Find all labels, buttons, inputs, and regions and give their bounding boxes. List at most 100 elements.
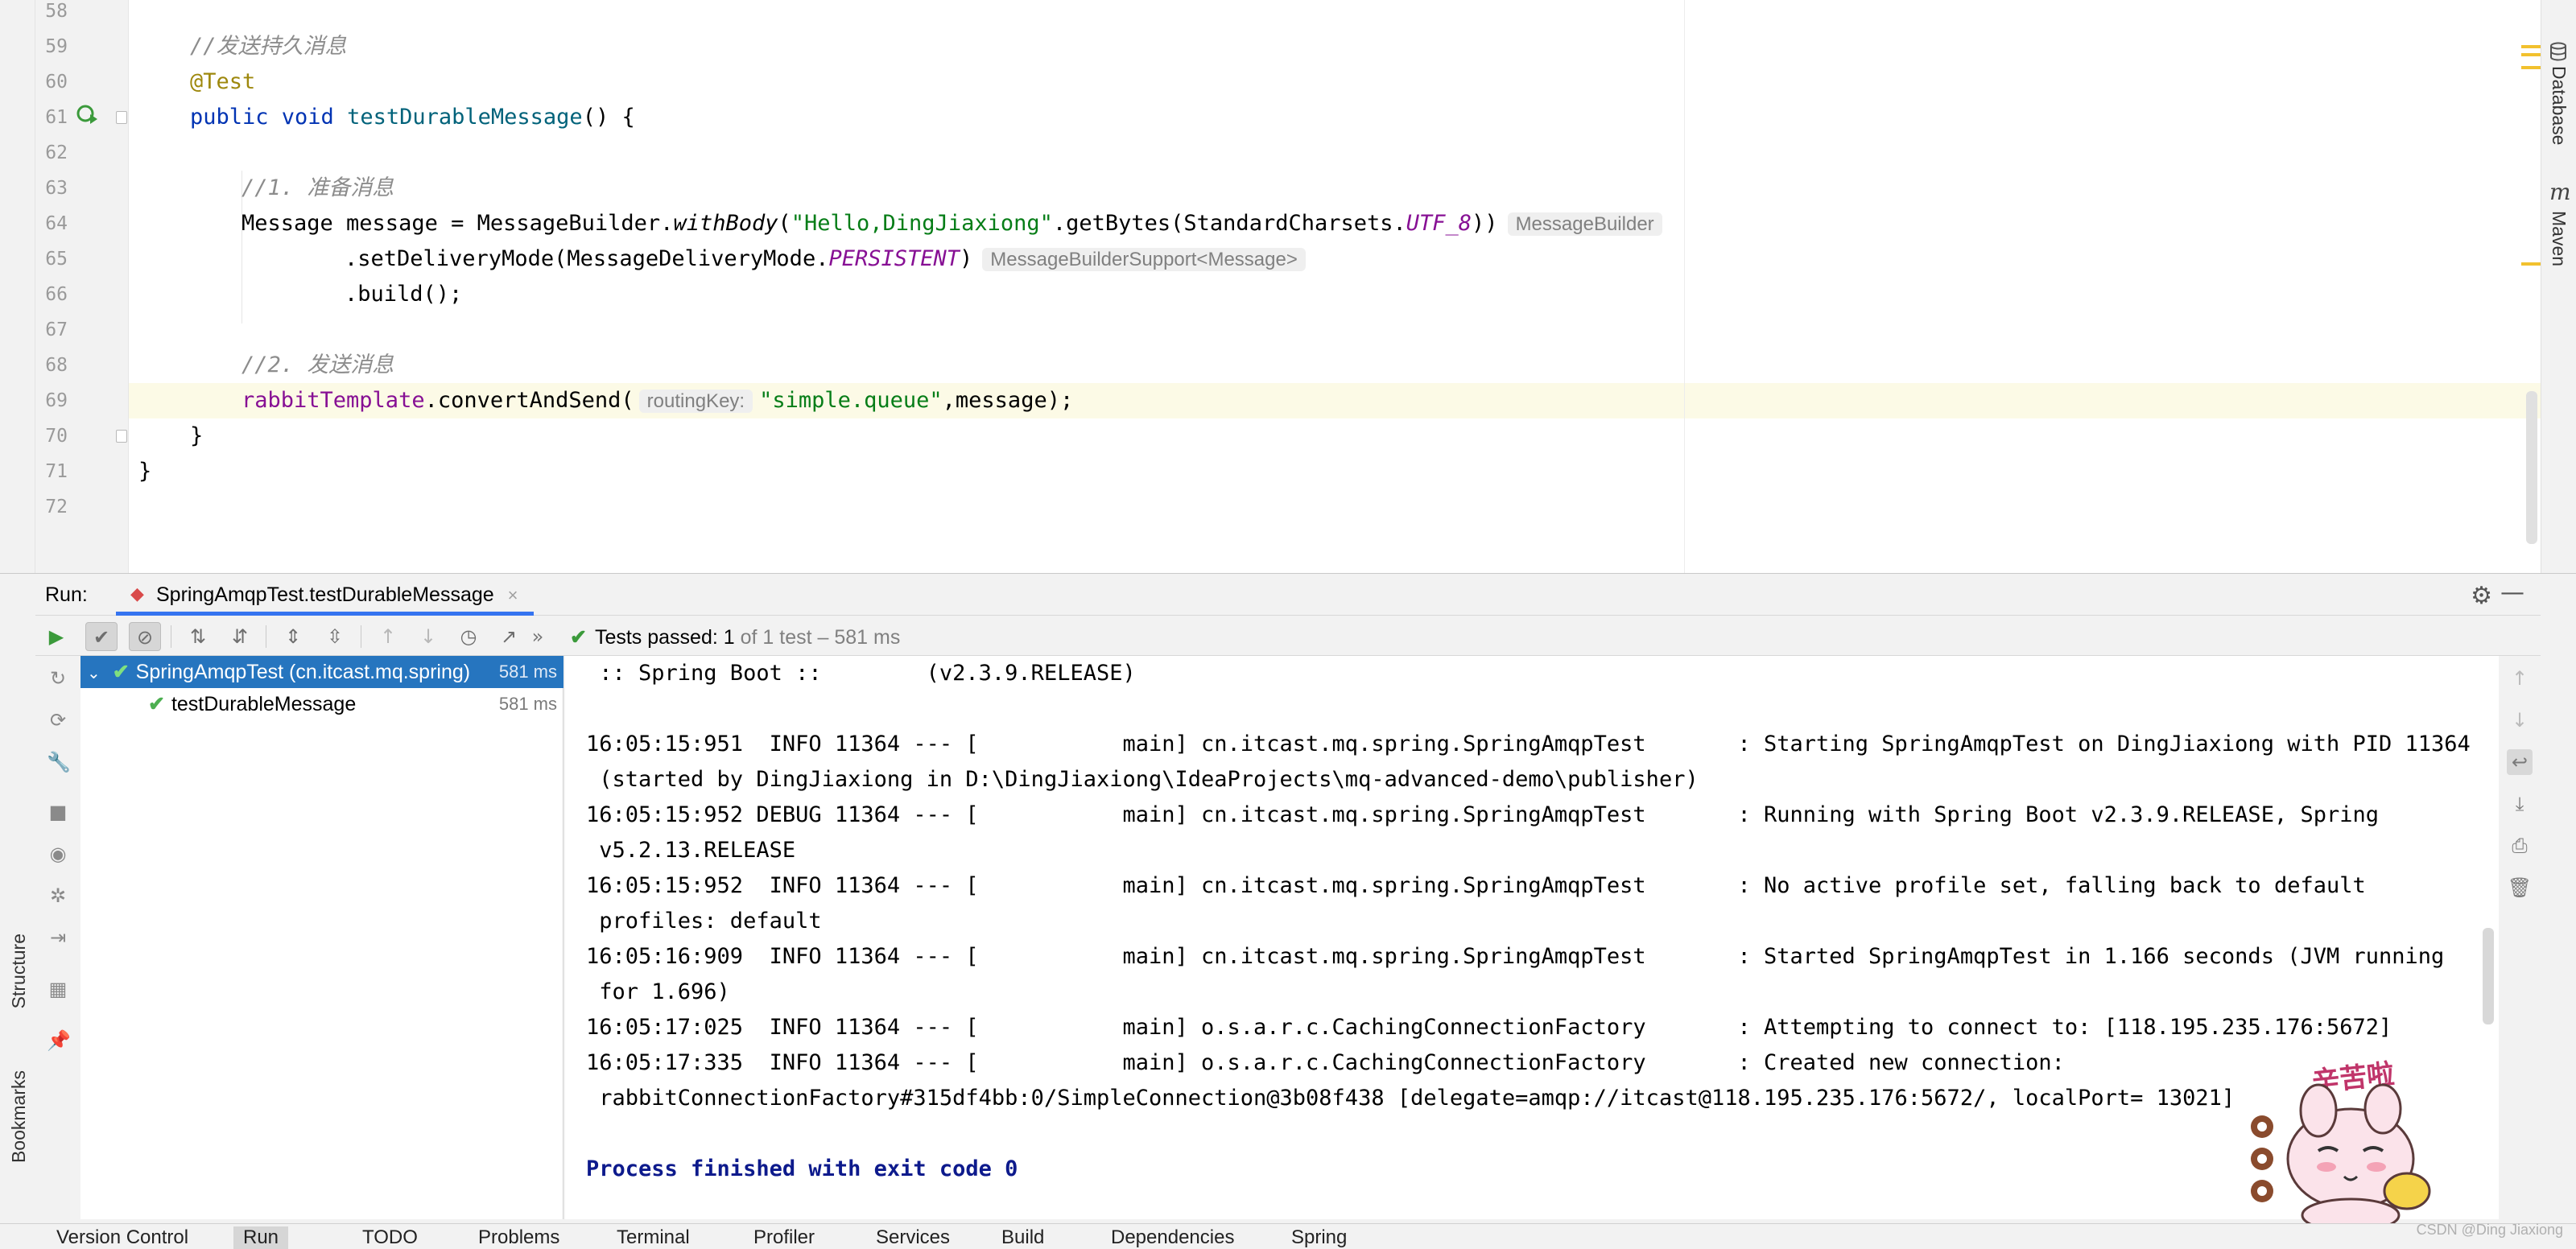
run-tab-label: Run	[243, 1226, 279, 1248]
test-history-icon[interactable]: ◷	[452, 622, 485, 651]
threads-icon[interactable]: ✲	[47, 884, 69, 907]
annotation: @Test	[190, 69, 256, 94]
collapse-all-icon[interactable]: ⇳	[319, 622, 351, 651]
test-suite-row[interactable]: ⌄ ✔ SpringAmqpTest (cn.itcast.mq.spring) …	[80, 656, 564, 688]
rabbit-sticker-icon	[2251, 1083, 2431, 1233]
code-text: .build();	[345, 282, 463, 307]
cartoon-sticker: 辛苦啦	[2238, 1046, 2447, 1239]
show-passed-toggle[interactable]: ✔	[85, 622, 118, 651]
version-control-tab[interactable]: Version Control	[56, 1226, 188, 1249]
code-line: .build();	[345, 277, 462, 312]
code-line: .setDeliveryMode(MessageDeliveryMode.PER…	[345, 241, 1306, 277]
test-results-tree[interactable]: ⌄ ✔ SpringAmqpTest (cn.itcast.mq.spring) …	[80, 656, 564, 1219]
more-actions-icon[interactable]: »	[528, 622, 547, 651]
console-line: 16:05:17:025 INFO 11364 --- [ main] o.s.…	[586, 1015, 2392, 1040]
line-number: 63	[45, 178, 68, 199]
run-config-tab[interactable]: ◆ SpringAmqpTest.testDurableMessage ×	[116, 574, 535, 616]
editor-scrollbar[interactable]	[2526, 391, 2537, 544]
close-icon[interactable]: ×	[508, 585, 518, 605]
bookmarks-tab[interactable]: Bookmarks	[8, 1070, 30, 1163]
line-number: 66	[45, 284, 68, 305]
exit-code-line: Process finished with exit code 0	[586, 1156, 1018, 1181]
terminal-tab[interactable]: Terminal	[617, 1226, 690, 1249]
warning-mark[interactable]	[2521, 262, 2541, 266]
code-text: }	[138, 459, 152, 484]
todo-tab[interactable]: TODO	[362, 1226, 418, 1249]
watermark: CSDN @Ding Jiaxiong	[2416, 1222, 2563, 1238]
right-tool-strip: Database m Maven	[2541, 0, 2576, 573]
code-text: .convertAndSend(	[424, 388, 634, 413]
wrench-icon[interactable]: 🔧	[47, 751, 71, 773]
comment: //发送持久消息	[190, 34, 347, 59]
toggle-auto-test-icon[interactable]: ⟳	[47, 709, 69, 732]
export-results-icon[interactable]: ↗	[493, 622, 525, 651]
run-test-gutter-icon[interactable]	[76, 103, 98, 130]
services-tab[interactable]: Services	[876, 1226, 950, 1249]
camera-icon[interactable]: ◉	[47, 843, 69, 865]
constant: UTF_8	[1406, 211, 1472, 236]
stop-icon[interactable]: ■	[47, 801, 69, 823]
trash-icon[interactable]: 🗑	[2507, 875, 2533, 901]
right-margin-guide	[1684, 0, 1685, 573]
rerun-failed-icon[interactable]: ↻	[47, 667, 69, 690]
run-side-toolbar: ↻ ⟳ 🔧 ■ ◉ ✲ ⇥ ▦ 📌	[35, 656, 80, 1219]
fold-icon[interactable]	[116, 111, 127, 124]
string-literal: "simple.queue"	[759, 388, 943, 413]
run-title: Run:	[45, 583, 88, 606]
passed-check-icon: ✔	[570, 626, 587, 649]
code-editor[interactable]: 58 59 60 61 62 63 64 65 66 67 68 69 70 7…	[0, 0, 2576, 573]
profiler-tab[interactable]: Profiler	[753, 1226, 815, 1249]
line-number: 72	[45, 497, 68, 517]
exit-icon[interactable]: ⇥	[47, 926, 69, 949]
database-icon[interactable]	[2549, 42, 2567, 66]
sort-by-duration-icon[interactable]: ⇵	[224, 622, 256, 651]
type-hint: MessageBuilder	[1507, 212, 1662, 236]
run-tab[interactable]: Run	[233, 1226, 289, 1249]
scroll-down-icon[interactable]: ↓	[2507, 707, 2533, 733]
type-hint: MessageBuilderSupport<Message>	[982, 248, 1306, 271]
sort-alphabetically-icon[interactable]: ⇅	[182, 622, 214, 651]
print-icon[interactable]: ⎙	[2507, 833, 2533, 859]
test-case-row[interactable]: ✔ testDurableMessage 581 ms	[80, 688, 564, 720]
console-line: profiles: default	[586, 909, 822, 934]
previous-failed-icon[interactable]: ↑	[372, 622, 404, 651]
console-output[interactable]: :: Spring Boot :: (v2.3.9.RELEASE) 16:05…	[565, 656, 2499, 1219]
rerun-icon[interactable]: ▶	[40, 622, 72, 651]
console-scrollbar[interactable]	[2483, 928, 2494, 1024]
soft-wrap-icon[interactable]: ↩	[2507, 749, 2533, 775]
line-number: 60	[45, 72, 68, 93]
maven-icon[interactable]: m	[2549, 179, 2571, 205]
problems-tab[interactable]: Problems	[478, 1226, 559, 1249]
scroll-up-icon[interactable]: ↑	[2507, 666, 2533, 691]
console-line: 16:05:17:335 INFO 11364 --- [ main] o.s.…	[586, 1050, 2065, 1075]
line-number: 65	[45, 249, 68, 270]
console-line: 16:05:15:952 DEBUG 11364 --- [ main] cn.…	[586, 802, 2379, 827]
warning-mark[interactable]	[2521, 53, 2541, 56]
structure-tab[interactable]: Structure	[8, 934, 30, 1008]
pin-icon[interactable]: 📌	[47, 1029, 71, 1052]
layout-icon[interactable]: ▦	[47, 978, 69, 1000]
console-toolbar: ↑ ↓ ↩ ⤓ ⎙ 🗑	[2499, 656, 2541, 1219]
console-line: rabbitConnectionFactory#315df4bb:0/Simpl…	[586, 1086, 2235, 1111]
warning-mark[interactable]	[2521, 45, 2541, 48]
database-tab[interactable]: Database	[2548, 66, 2570, 145]
next-failed-icon[interactable]: ↓	[412, 622, 444, 651]
chevron-down-icon[interactable]: ⌄	[87, 665, 101, 682]
gear-icon[interactable]: ⚙	[2471, 582, 2492, 610]
expand-all-icon[interactable]: ⇕	[277, 622, 309, 651]
show-ignored-toggle[interactable]: ⊘	[129, 622, 161, 651]
line-number-gutter: 58 59 60 61 62 63 64 65 66 67 68 69 70 7…	[35, 0, 129, 573]
code-text: ))	[1472, 211, 1498, 236]
build-tab[interactable]: Build	[1001, 1226, 1044, 1249]
warning-mark[interactable]	[2521, 66, 2541, 69]
code-area[interactable]: //发送持久消息 @Test public void testDurableMe…	[129, 0, 2544, 573]
test-duration: 581 ms	[498, 694, 557, 714]
spring-tab[interactable]: Spring	[1291, 1226, 1347, 1249]
scroll-to-end-icon[interactable]: ⤓	[2507, 791, 2533, 817]
code-text: }	[190, 423, 204, 448]
fold-icon[interactable]	[116, 430, 127, 443]
dependencies-tab[interactable]: Dependencies	[1111, 1226, 1234, 1249]
parameter-hint: routingKey:	[638, 390, 753, 413]
minimize-icon[interactable]: —	[2500, 579, 2524, 607]
maven-tab[interactable]: Maven	[2548, 211, 2570, 266]
